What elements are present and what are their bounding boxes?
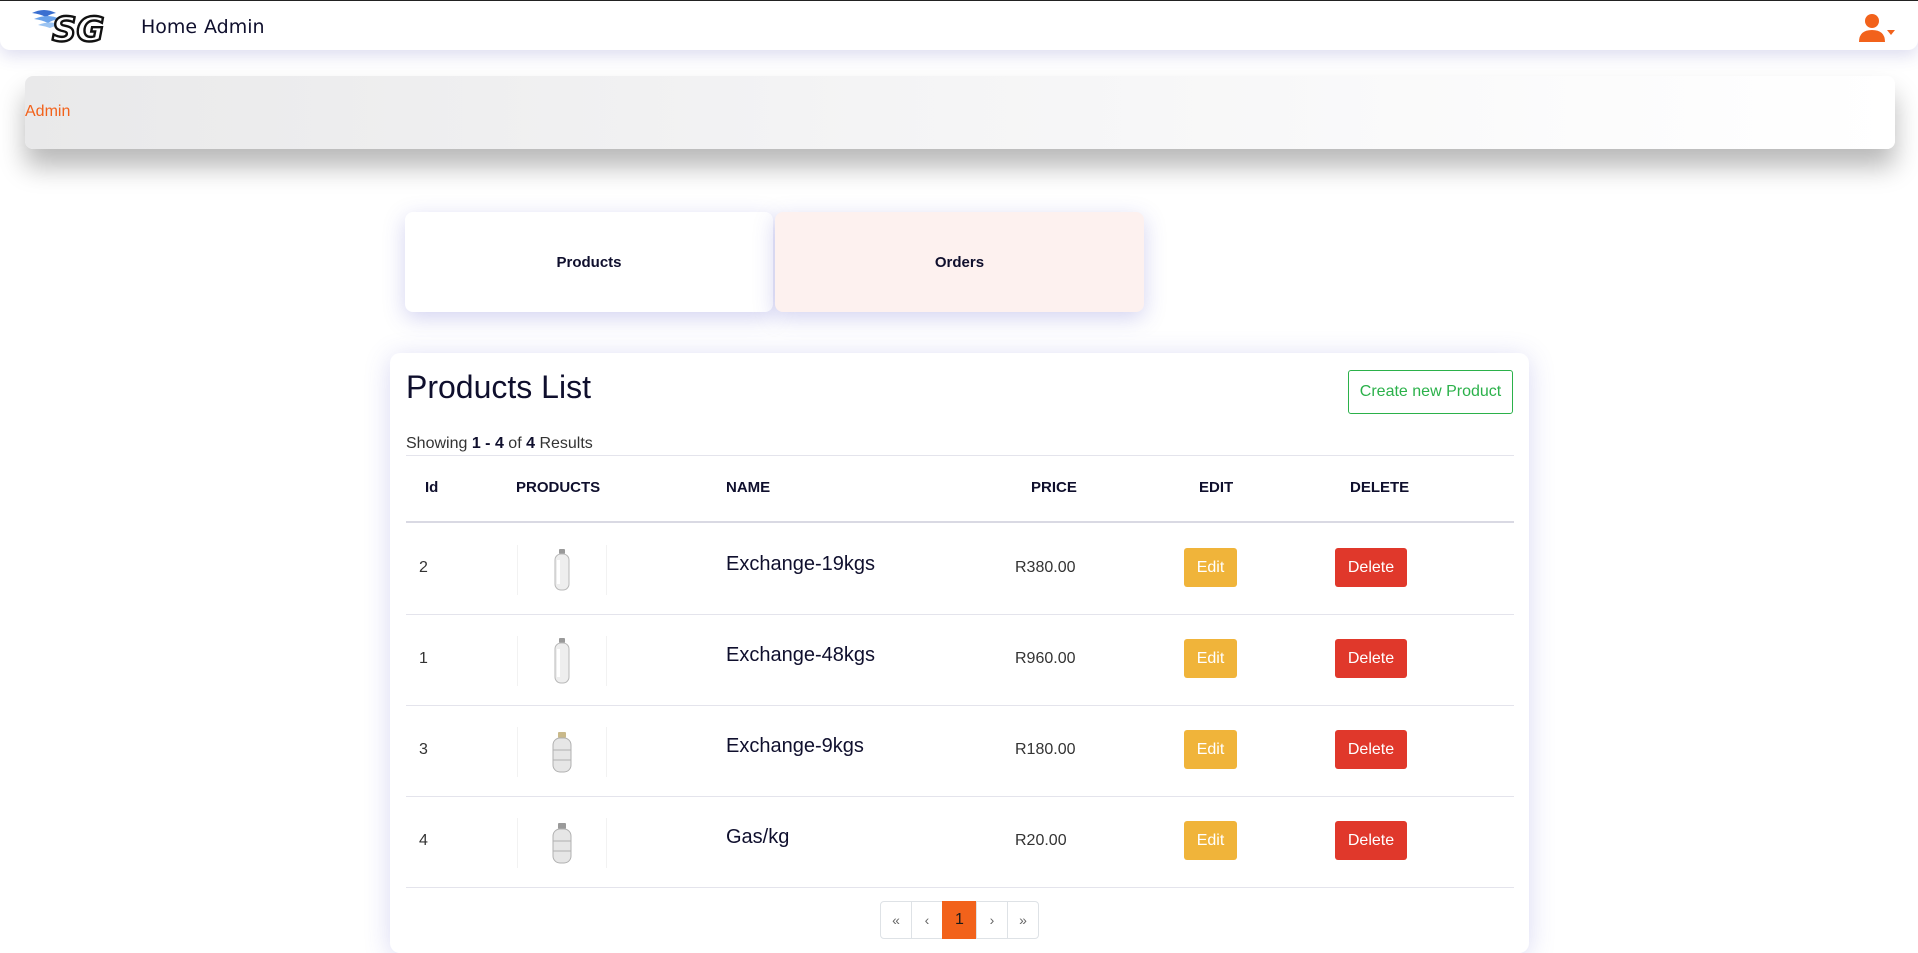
table-row: 1 Exchange-48kgs R960.00 Edit Delete: [406, 614, 1514, 706]
delete-button[interactable]: Delete: [1335, 730, 1407, 769]
edit-button[interactable]: Edit: [1184, 730, 1237, 769]
product-image: [517, 818, 607, 868]
breadcrumb-item-admin[interactable]: Admin: [25, 103, 70, 121]
products-list-panel: Products List Create new Product Showing…: [390, 353, 1529, 953]
product-id: 1: [419, 650, 428, 667]
product-image: [517, 545, 607, 595]
product-name: Exchange-48kgs: [726, 644, 875, 666]
results-range: 1 - 4: [471, 435, 504, 452]
user-menu-toggle[interactable]: [1858, 11, 1896, 45]
results-total: 4: [526, 435, 535, 452]
edit-button[interactable]: Edit: [1184, 639, 1237, 678]
orders-card-label: Orders: [934, 253, 985, 271]
results-of: of: [508, 435, 522, 452]
pagination: « ‹ 1 › »: [880, 901, 1039, 939]
product-id: 2: [419, 559, 428, 576]
products-card-label: Products: [556, 253, 622, 271]
product-name: Exchange-19kgs: [726, 553, 875, 575]
product-id: 3: [419, 741, 428, 758]
gas-cylinder-short-icon: [552, 823, 572, 864]
results-summary: Showing 1 - 4 of 4 Results: [406, 435, 593, 453]
product-price: R180.00: [1015, 741, 1076, 758]
product-image: [517, 636, 607, 686]
results-suffix: Results: [539, 435, 593, 452]
delete-button[interactable]: Delete: [1335, 548, 1407, 587]
table-row: 4 Gas/kg R20.00 Edit Delete: [406, 796, 1514, 888]
edit-button[interactable]: Edit: [1184, 821, 1237, 860]
product-image: [517, 727, 607, 777]
caret-down-icon: [1887, 30, 1895, 35]
pagination-next-button[interactable]: ›: [976, 901, 1008, 939]
pagination-page-1[interactable]: 1: [942, 901, 977, 939]
sg-logo-icon: SG: [32, 9, 106, 51]
edit-button[interactable]: Edit: [1184, 548, 1237, 587]
product-name: Gas/kg: [726, 826, 790, 848]
column-header-edit: EDIT: [1199, 479, 1234, 496]
product-price: R380.00: [1015, 559, 1076, 576]
gas-cylinder-tall-icon: [554, 549, 570, 591]
column-header-delete: DELETE: [1350, 479, 1410, 496]
products-card[interactable]: Products: [405, 212, 773, 312]
product-id: 4: [419, 832, 428, 849]
column-header-price: PRICE: [1031, 479, 1077, 496]
results-prefix: Showing: [406, 435, 468, 452]
table-row: 3 Exchange-9kgs R180.00 Edit Delete: [406, 705, 1514, 797]
delete-button[interactable]: Delete: [1335, 821, 1407, 860]
pagination-first-button[interactable]: «: [880, 901, 912, 939]
breadcrumb: Admin: [25, 76, 1895, 149]
table-divider: [406, 455, 1514, 456]
svg-text:SG: SG: [52, 10, 104, 47]
pagination-prev-button[interactable]: ‹: [911, 901, 943, 939]
delete-button[interactable]: Delete: [1335, 639, 1407, 678]
product-name: Exchange-9kgs: [726, 735, 864, 757]
sg-logo[interactable]: SG: [30, 5, 114, 51]
column-header-id: Id: [425, 479, 439, 496]
column-header-products: PRODUCTS: [516, 479, 601, 496]
gas-cylinder-short-icon: [552, 732, 572, 773]
nav-home-link[interactable]: Home: [141, 16, 197, 38]
product-price: R20.00: [1015, 832, 1067, 849]
column-header-name: NAME: [726, 479, 771, 496]
gas-cylinder-tall-icon: [554, 638, 570, 684]
orders-card[interactable]: Orders: [775, 212, 1144, 312]
create-product-button[interactable]: Create new Product: [1348, 370, 1513, 414]
table-row: 2 Exchange-19kgs R380.00 Edit Delete: [406, 523, 1514, 615]
nav-admin-link[interactable]: Admin: [204, 16, 265, 38]
pagination-last-button[interactable]: »: [1007, 901, 1039, 939]
user-icon: [1859, 14, 1895, 42]
top-navbar: SG Home Admin: [0, 0, 1918, 51]
page-title: Products List: [406, 369, 591, 405]
product-price: R960.00: [1015, 650, 1076, 667]
